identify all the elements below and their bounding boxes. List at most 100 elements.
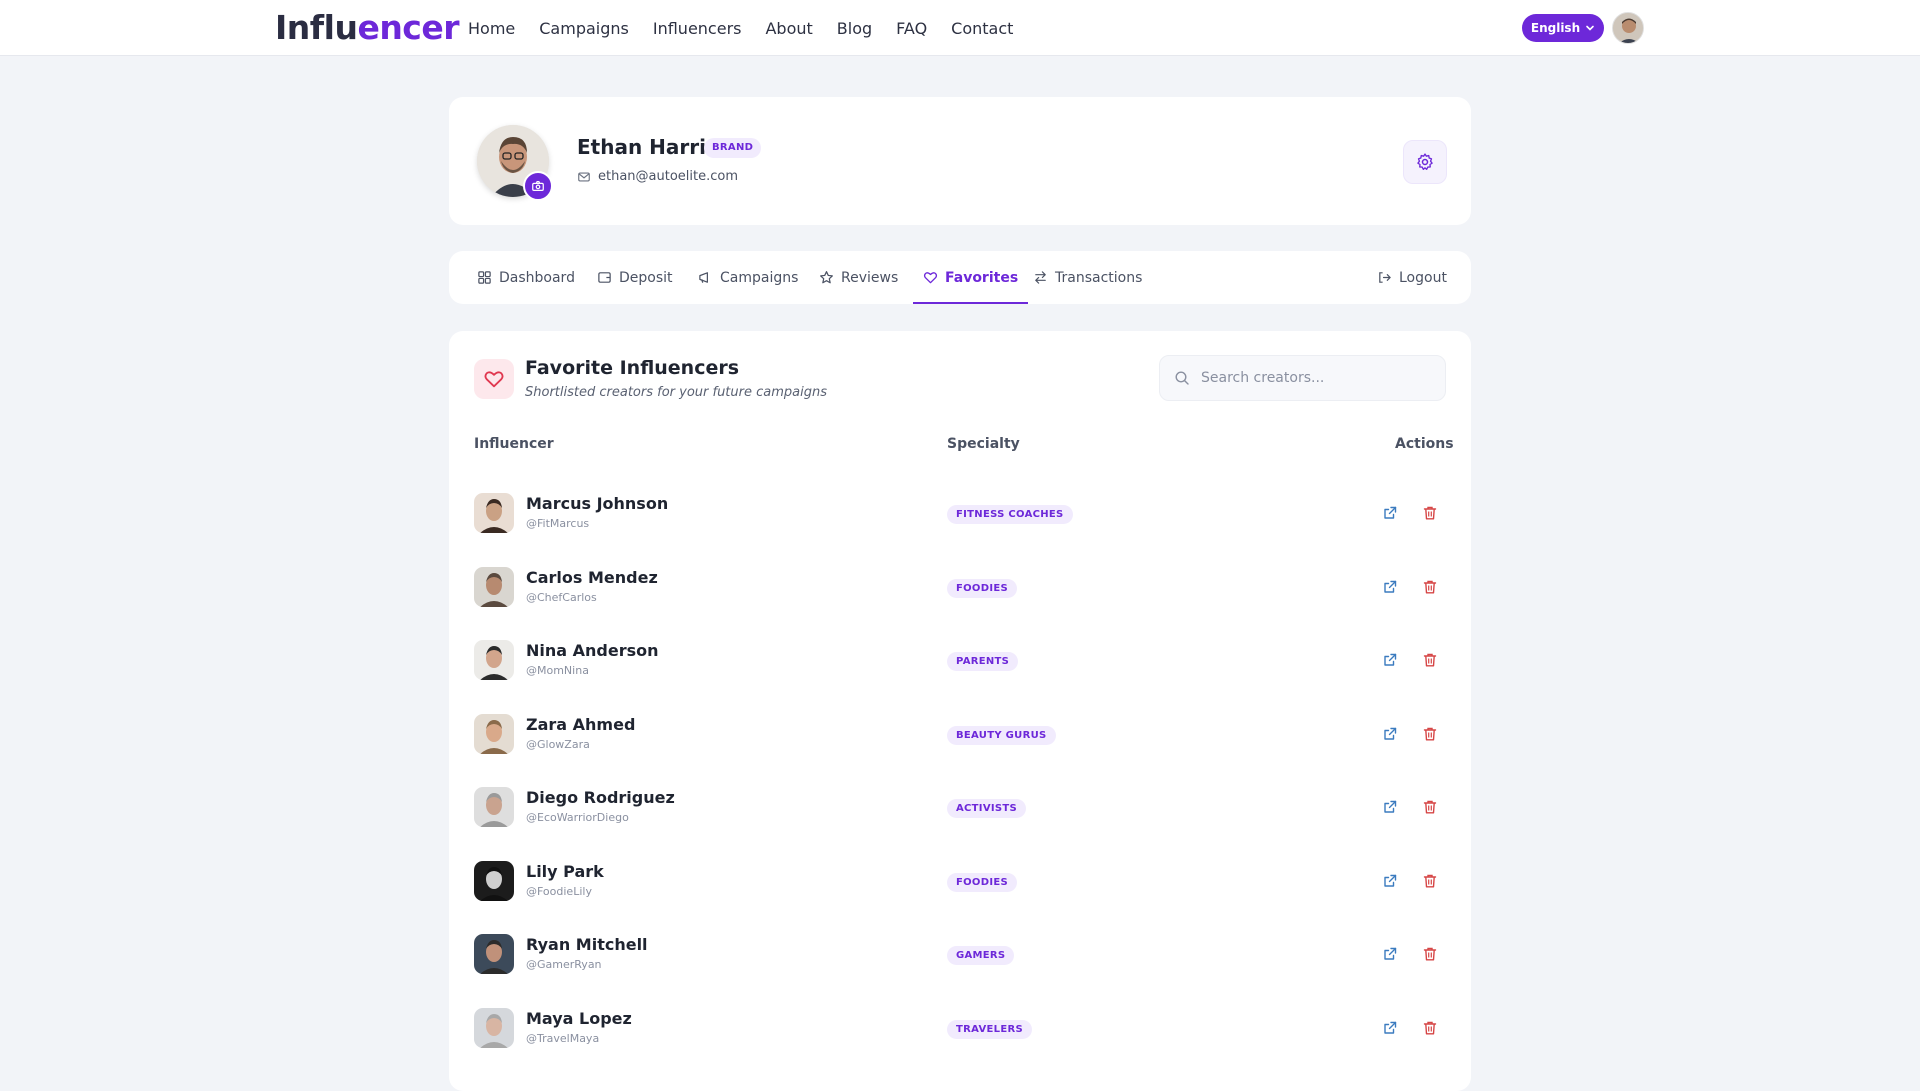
- influencer-avatar[interactable]: [474, 713, 514, 754]
- influencer-avatar[interactable]: [474, 1007, 514, 1048]
- trash-icon: [1423, 1021, 1437, 1034]
- remove-favorite-button[interactable]: [1421, 504, 1439, 522]
- tab-reviews[interactable]: Reviews: [819, 251, 898, 304]
- column-header-specialty: Specialty: [947, 436, 1020, 452]
- logout-button[interactable]: Logout: [1377, 251, 1447, 304]
- trash-icon: [1423, 800, 1437, 814]
- trash-icon: [1423, 653, 1437, 667]
- remove-favorite-button[interactable]: [1421, 798, 1439, 816]
- open-profile-button[interactable]: [1381, 798, 1399, 816]
- specialty-badge: ACTIVISTS: [947, 799, 1027, 818]
- avatar-portrait: [1613, 13, 1643, 43]
- influencer-name[interactable]: Ryan Mitchell: [526, 935, 648, 954]
- grid-icon: [478, 271, 491, 284]
- tab-deposit[interactable]: Deposit: [597, 251, 673, 304]
- influencer-avatar[interactable]: [474, 787, 514, 827]
- arrows-icon: [1035, 271, 1046, 284]
- search-input[interactable]: [1199, 369, 1429, 387]
- remove-favorite-button[interactable]: [1421, 578, 1439, 596]
- top-navbar: Influencer Home Campaigns Influencers Ab…: [0, 0, 1920, 56]
- influencer-name[interactable]: Lily Park: [526, 862, 604, 881]
- open-profile-button[interactable]: [1381, 578, 1399, 596]
- external-link-icon: [1384, 580, 1397, 593]
- nav-link-blog[interactable]: Blog: [837, 19, 872, 38]
- remove-favorite-button[interactable]: [1421, 872, 1439, 890]
- favorites-heart-badge: [474, 359, 514, 399]
- settings-button[interactable]: [1403, 140, 1447, 184]
- logout-icon: [1379, 272, 1391, 283]
- influencer-name[interactable]: Marcus Johnson: [526, 494, 668, 513]
- main-nav: Home Campaigns Influencers About Blog FA…: [468, 0, 1037, 56]
- change-photo-button[interactable]: [523, 171, 553, 201]
- influencer-handle: @ChefCarlos: [526, 590, 597, 604]
- influencer-name[interactable]: Carlos Mendez: [526, 568, 658, 587]
- open-profile-button[interactable]: [1381, 504, 1399, 522]
- trash-icon: [1423, 580, 1437, 593]
- remove-favorite-button[interactable]: [1421, 945, 1439, 963]
- user-avatar[interactable]: [1612, 12, 1644, 44]
- tab-label: Campaigns: [720, 269, 799, 286]
- remove-favorite-button[interactable]: [1421, 651, 1439, 669]
- influencer-name[interactable]: Maya Lopez: [526, 1009, 632, 1028]
- gear-icon: [1417, 153, 1433, 170]
- star-icon: [820, 271, 833, 284]
- column-header-actions: Actions: [1395, 436, 1454, 452]
- open-profile-button[interactable]: [1381, 725, 1399, 743]
- external-link-icon: [1384, 506, 1397, 519]
- search-icon: [1175, 371, 1189, 385]
- external-link-icon: [1384, 874, 1397, 887]
- favorites-panel: Favorite Influencers Shortlisted creator…: [449, 331, 1471, 1091]
- tab-favorites[interactable]: Favorites: [912, 251, 1029, 304]
- specialty-badge: TRAVELERS: [947, 1019, 1032, 1039]
- wallet-icon: [598, 272, 611, 283]
- influencer-name[interactable]: Zara Ahmed: [526, 715, 635, 734]
- table-row: Ryan Mitchell @GamerRyan GAMERS: [449, 917, 1471, 991]
- specialty-badge: PARENTS: [947, 652, 1019, 671]
- influencer-avatar[interactable]: [474, 640, 514, 680]
- remove-favorite-button[interactable]: [1421, 725, 1439, 743]
- influencer-avatar[interactable]: [474, 860, 514, 901]
- influencer-handle: @TravelMaya: [526, 1031, 600, 1045]
- nav-link-home[interactable]: Home: [468, 19, 515, 38]
- table-row: Maya Lopez @TravelMaya TRAVELERS: [449, 991, 1471, 1065]
- nav-link-influencers[interactable]: Influencers: [653, 19, 742, 38]
- profile-email-text: ethan@autoelite.com: [598, 169, 739, 184]
- specialty-badge: GAMERS: [947, 946, 1015, 965]
- influencer-name[interactable]: Diego Rodriguez: [526, 788, 675, 807]
- open-profile-button[interactable]: [1381, 651, 1399, 669]
- open-profile-button[interactable]: [1381, 945, 1399, 963]
- logo[interactable]: Influencer: [275, 6, 460, 50]
- heart-icon: [484, 371, 504, 388]
- tab-transactions[interactable]: Transactions: [1033, 251, 1142, 304]
- mail-icon: [578, 171, 590, 182]
- influencer-name[interactable]: Nina Anderson: [526, 641, 659, 660]
- language-label: English: [1530, 21, 1581, 35]
- nav-link-contact[interactable]: Contact: [951, 19, 1013, 38]
- influencer-handle: @FitMarcus: [526, 517, 590, 530]
- logo-text-part1: Influ: [275, 8, 358, 47]
- influencer-avatar[interactable]: [474, 493, 514, 533]
- table-row: Zara Ahmed @GlowZara BEAUTY GURUS: [449, 697, 1471, 771]
- remove-favorite-button[interactable]: [1421, 1019, 1439, 1037]
- tab-campaigns[interactable]: Campaigns: [698, 251, 798, 304]
- influencer-avatar[interactable]: [474, 566, 514, 607]
- tab-dashboard[interactable]: Dashboard: [477, 251, 575, 304]
- external-link-icon: [1384, 947, 1397, 960]
- tab-label: Transactions: [1055, 269, 1143, 286]
- table-row: Marcus Johnson @FitMarcus FITNESS COACHE…: [449, 476, 1471, 550]
- influencer-handle: @GamerRyan: [526, 958, 602, 971]
- nav-link-about[interactable]: About: [765, 19, 812, 38]
- table-row: Diego Rodriguez @EcoWarriorDiego ACTIVIS…: [449, 770, 1471, 844]
- column-header-influencer: Influencer: [474, 436, 554, 452]
- tab-label: Reviews: [841, 269, 899, 286]
- influencer-avatar[interactable]: [474, 934, 514, 974]
- specialty-badge: FITNESS COACHES: [947, 505, 1073, 524]
- profile-name: Ethan Harris: [577, 135, 718, 159]
- nav-link-faq[interactable]: FAQ: [896, 19, 927, 38]
- tab-label: Deposit: [619, 269, 673, 286]
- open-profile-button[interactable]: [1381, 1019, 1399, 1037]
- language-selector[interactable]: English: [1522, 14, 1604, 42]
- nav-link-campaigns[interactable]: Campaigns: [539, 19, 629, 38]
- open-profile-button[interactable]: [1381, 872, 1399, 890]
- table-row: Lily Park @FoodieLily FOODIES: [449, 844, 1471, 918]
